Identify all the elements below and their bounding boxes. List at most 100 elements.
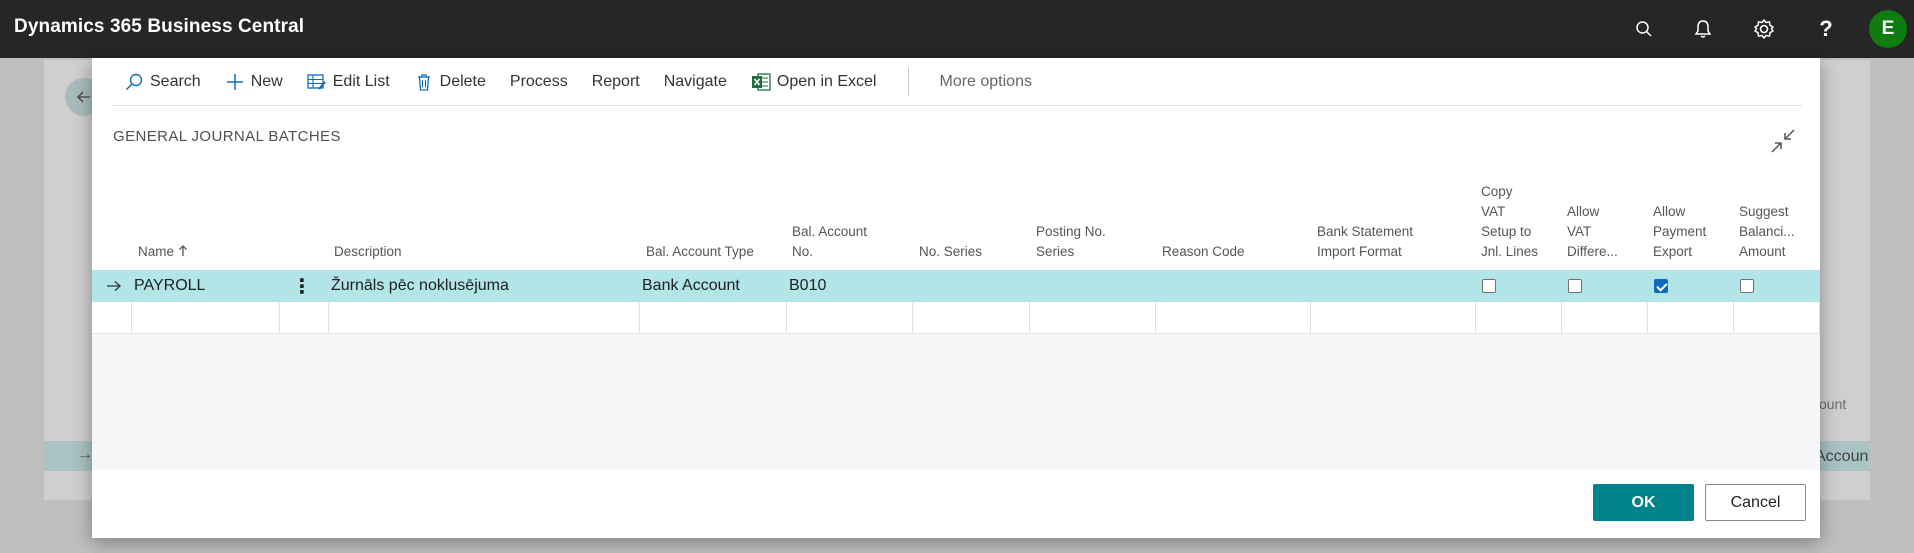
column-header-line: Payment [1653, 224, 1707, 239]
excel-icon [751, 72, 771, 92]
column-header-name[interactable]: Name [138, 242, 188, 262]
reason-code-cell[interactable] [1157, 270, 1297, 302]
allow-vat-difference-checkbox[interactable] [1560, 270, 1590, 302]
cell-divider [912, 302, 913, 334]
edit-list-button[interactable]: Edit List [295, 58, 402, 106]
edit-list-icon [307, 72, 327, 92]
column-header-reason-code[interactable]: Reason Code [1162, 242, 1245, 262]
name-cell[interactable]: PAYROLL [134, 270, 274, 302]
report-menu[interactable]: Report [580, 58, 652, 106]
delete-label: Delete [439, 72, 486, 90]
cell-divider [786, 302, 787, 334]
bank-statement-import-format-cell[interactable] [1312, 270, 1462, 302]
row-indicator-arrow-icon [102, 270, 126, 302]
posting-no-series-cell[interactable] [1032, 270, 1142, 302]
column-header-line: Differe... [1567, 244, 1618, 259]
column-header-suggest-balancing-amount[interactable]: Suggest Balanci... Amount [1739, 202, 1795, 262]
column-header-line: Copy [1481, 184, 1513, 199]
cell-divider [131, 302, 132, 334]
app-title[interactable]: Dynamics 365 Business Central [14, 16, 304, 38]
column-header-line: Bal. Account [792, 224, 868, 239]
column-header-line: Amount [1739, 244, 1786, 259]
open-in-excel-button[interactable]: Open in Excel [739, 58, 889, 106]
column-header-bank-statement-import-format[interactable]: Bank Statement Import Format [1317, 222, 1413, 262]
column-header-line: Series [1036, 244, 1075, 259]
cell-divider [1029, 302, 1030, 334]
bal-account-type-cell[interactable]: Bank Account [642, 270, 782, 302]
suggest-balancing-amount-checkbox[interactable] [1732, 270, 1762, 302]
avatar[interactable]: E [1869, 10, 1907, 48]
table-row[interactable]: PAYROLL ⋮ Žurnāls pēc noklusējuma Bank A… [92, 270, 1820, 302]
app-bar: Dynamics 365 Business Central ? E [0, 0, 1914, 58]
cell-divider [328, 302, 329, 334]
bal-account-no-cell[interactable]: B010 [789, 270, 899, 302]
column-header-line: Balanci... [1739, 224, 1795, 239]
column-header-line: No. [792, 244, 814, 259]
search-icon [124, 72, 144, 92]
column-header-description[interactable]: Description [334, 242, 402, 262]
trash-icon [414, 72, 434, 92]
column-header-allow-payment-export[interactable]: Allow Payment Export [1653, 202, 1706, 262]
checkbox-unchecked [1482, 279, 1496, 293]
background-row-fragment: Accoun [1815, 448, 1869, 465]
column-header-copy-vat-setup[interactable]: Copy VAT Setup to Jnl. Lines [1481, 182, 1538, 262]
column-header-posting-no-series[interactable]: Posting No. Series [1036, 222, 1106, 262]
checkbox-checked [1654, 279, 1668, 293]
more-options-button[interactable]: More options [927, 58, 1044, 106]
column-header-bal-account-no[interactable]: Bal. Account No. [792, 222, 867, 262]
process-label: Process [509, 72, 568, 90]
action-bar: Search New Edit List Delete Process Repo… [112, 58, 1802, 106]
dialog-title: GENERAL JOURNAL BATCHES [113, 128, 341, 145]
process-menu[interactable]: Process [498, 58, 580, 106]
cell-divider [1475, 302, 1476, 334]
cell-divider [1561, 302, 1562, 334]
row-actions-icon[interactable]: ⋮ [292, 270, 312, 302]
delete-button[interactable]: Delete [402, 58, 498, 106]
column-header-line: Suggest [1739, 204, 1789, 219]
edit-list-label: Edit List [332, 72, 390, 90]
copy-vat-setup-checkbox[interactable] [1474, 270, 1504, 302]
description-cell[interactable]: Žurnāls pēc noklusējuma [331, 270, 631, 302]
search-icon[interactable] [1630, 15, 1658, 43]
cell-divider [1155, 302, 1156, 334]
navigate-label: Navigate [663, 72, 727, 90]
cell-divider [639, 302, 640, 334]
collapse-icon[interactable] [1768, 126, 1798, 156]
sort-ascending-icon [178, 244, 188, 259]
column-header-line: Posting No. [1036, 224, 1106, 239]
bell-icon[interactable] [1689, 15, 1717, 43]
column-header-line: Export [1653, 244, 1693, 259]
checkbox-unchecked [1568, 279, 1582, 293]
background-row-arrow-icon: → [77, 446, 93, 463]
allow-payment-export-checkbox[interactable] [1646, 270, 1676, 302]
no-series-cell[interactable] [914, 270, 1014, 302]
open-in-excel-label: Open in Excel [776, 72, 877, 90]
dialog-footer: OK Cancel [92, 470, 1820, 538]
help-icon[interactable]: ? [1812, 15, 1840, 43]
column-header-line: Bank Statement [1317, 224, 1414, 239]
new-row[interactable] [92, 302, 1820, 334]
column-header-allow-vat-difference[interactable]: Allow VAT Differe... [1567, 202, 1618, 262]
navigate-menu[interactable]: Navigate [652, 58, 739, 106]
general-journal-batches-dialog: Search New Edit List Delete Process Repo… [92, 58, 1820, 538]
column-header-line: Setup to [1481, 224, 1532, 239]
new-label: New [250, 72, 283, 90]
more-options-label: More options [939, 72, 1032, 90]
new-button[interactable]: New [213, 58, 295, 106]
column-header-line: Allow [1653, 204, 1686, 219]
column-header-line: VAT [1481, 204, 1506, 219]
search-button[interactable]: Search [112, 58, 213, 106]
action-bar-divider [908, 67, 910, 96]
cancel-button[interactable]: Cancel [1705, 484, 1806, 521]
checkbox-unchecked [1740, 279, 1754, 293]
column-header-line: Import Format [1317, 244, 1402, 259]
column-header-no-series[interactable]: No. Series [919, 242, 982, 262]
cell-divider [1647, 302, 1648, 334]
plus-icon [225, 72, 245, 92]
cell-divider [279, 302, 280, 334]
column-header-line: VAT [1567, 224, 1592, 239]
column-header-bal-account-type[interactable]: Bal. Account Type [646, 242, 754, 262]
gear-icon[interactable] [1750, 15, 1778, 43]
ok-button[interactable]: OK [1593, 484, 1694, 521]
column-header-line: Allow [1567, 204, 1600, 219]
